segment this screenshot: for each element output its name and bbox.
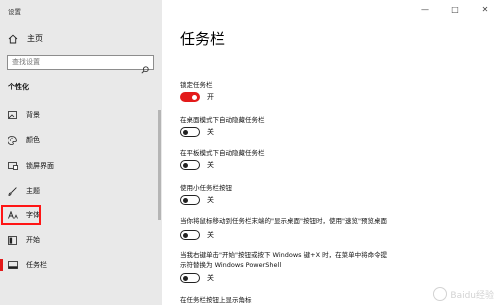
watermark-text: Baidu经验 [450, 290, 494, 301]
sidebar: 设置 主页 个性化 背景 颜色 锁屏界面 主题 [0, 0, 162, 305]
sidebar-item-taskbar[interactable]: 任务栏 [0, 256, 162, 274]
setting-label-autohide-tablet: 在平板模式下自动隐藏任务栏 [180, 149, 265, 157]
sidebar-item-label: 颜色 [26, 136, 40, 144]
setting-label-lock-taskbar: 锁定任务栏 [180, 81, 213, 89]
toggle-state: 关 [207, 161, 214, 169]
sidebar-item-themes[interactable]: 主题 [0, 182, 162, 200]
setting-label-peek: 当你将鼠标移动到任务栏末端的"显示桌面"按钮时，使用"速览"预览桌面 [180, 217, 387, 225]
toggle-knob [183, 275, 188, 281]
small-buttons-row: 关 [180, 195, 214, 205]
autohide-tablet-toggle[interactable] [180, 160, 200, 170]
watermark: Baidu经验 [433, 287, 494, 301]
sidebar-item-label: 任务栏 [26, 261, 47, 269]
sidebar-item-label: 锁屏界面 [26, 162, 54, 170]
window-controls: — □ ✕ [410, 0, 500, 18]
small-buttons-toggle[interactable] [180, 195, 200, 205]
close-button[interactable]: ✕ [470, 0, 500, 18]
section-title: 个性化 [8, 83, 29, 91]
picture-icon [8, 111, 18, 119]
sidebar-item-label: 主题 [26, 187, 40, 195]
lock-taskbar-toggle[interactable] [180, 92, 200, 102]
search-input[interactable] [12, 58, 132, 66]
toggle-knob [192, 94, 197, 100]
lock-screen-icon [8, 162, 18, 170]
setting-label-badges: 在任务栏按钮上显示角标 [180, 296, 252, 304]
peek-toggle[interactable] [180, 230, 200, 240]
toggle-knob [183, 162, 188, 168]
fonts-highlight-box [1, 205, 41, 225]
sidebar-item-colors[interactable]: 颜色 [0, 131, 162, 149]
powershell-toggle[interactable] [180, 273, 200, 283]
page-title: 任务栏 [180, 30, 226, 48]
toggle-knob [183, 129, 188, 135]
toggle-knob [183, 232, 188, 238]
sidebar-item-lock-screen[interactable]: 锁屏界面 [0, 157, 162, 175]
baidu-logo-icon [433, 287, 448, 301]
maximize-button[interactable]: □ [440, 0, 470, 18]
main-panel: — □ ✕ 任务栏 锁定任务栏 开 在桌面模式下自动隐藏任务栏 关 在平板模式下… [162, 0, 500, 305]
toggle-state: 开 [207, 93, 214, 101]
sidebar-item-home[interactable]: 主页 [8, 33, 43, 44]
app-title: 设置 [8, 8, 21, 16]
home-label: 主页 [27, 34, 43, 43]
toggle-knob [183, 197, 188, 203]
toggle-state: 关 [207, 231, 214, 239]
autohide-tablet-row: 关 [180, 160, 214, 170]
autohide-desktop-toggle[interactable] [180, 127, 200, 137]
search-icon[interactable] [141, 59, 149, 78]
setting-label-powershell-line1: 当我右键单击"开始"按钮或按下 Windows 键+X 时，在菜单中将命令提 [180, 251, 388, 259]
toggle-state: 关 [207, 196, 214, 204]
minimize-button[interactable]: — [410, 0, 440, 18]
taskbar-icon [8, 261, 18, 269]
setting-label-small-buttons: 使用小任务栏按钮 [180, 184, 232, 192]
sidebar-scrollbar[interactable] [158, 110, 161, 220]
home-icon [8, 34, 20, 44]
autohide-desktop-row: 关 [180, 127, 214, 137]
sidebar-item-label: 开始 [26, 236, 40, 244]
start-icon [8, 235, 18, 245]
lock-taskbar-row: 开 [180, 92, 214, 102]
sidebar-item-start[interactable]: 开始 [0, 231, 162, 249]
sidebar-item-background[interactable]: 背景 [0, 106, 162, 124]
powershell-row: 关 [180, 273, 214, 283]
peek-row: 关 [180, 230, 214, 240]
setting-label-powershell-line2: 示符替换为 Windows PowerShell [180, 261, 282, 269]
toggle-state: 关 [207, 274, 214, 282]
sidebar-item-label: 背景 [26, 111, 40, 119]
brush-icon [8, 186, 18, 196]
palette-icon [8, 135, 18, 145]
search-field[interactable] [7, 55, 154, 74]
toggle-state: 关 [207, 128, 214, 136]
setting-label-autohide-desktop: 在桌面模式下自动隐藏任务栏 [180, 116, 265, 124]
